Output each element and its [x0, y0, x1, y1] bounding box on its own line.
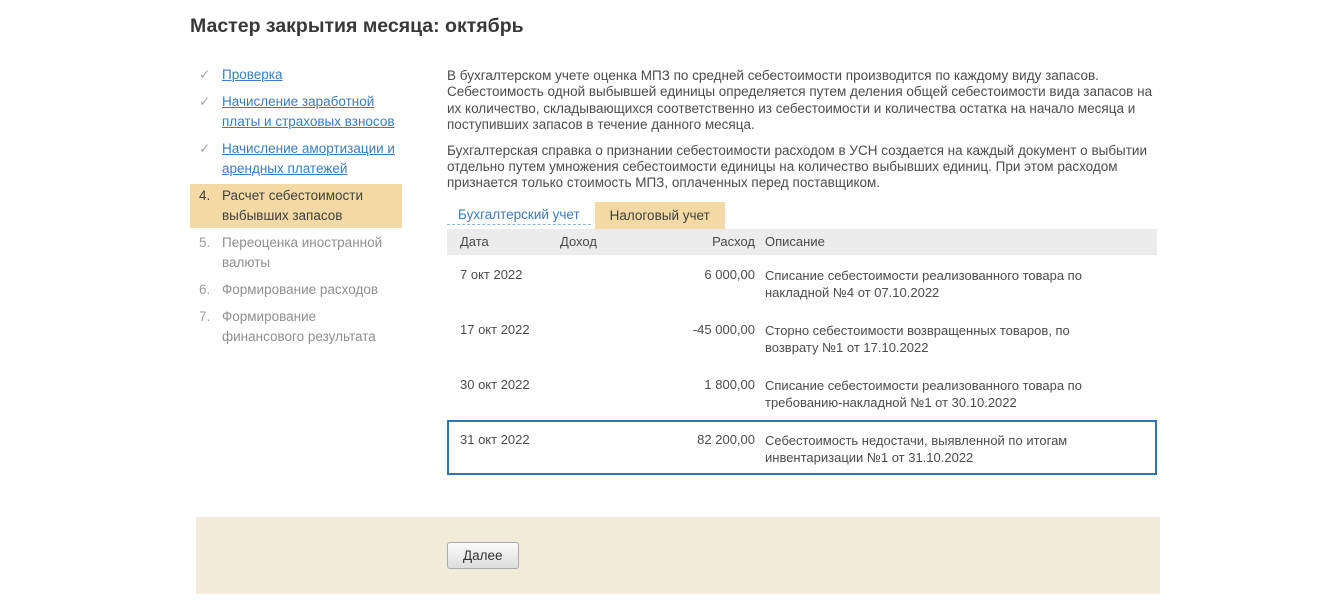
step-marker-icon: 6.: [199, 282, 211, 297]
step-label[interactable]: Проверка: [222, 65, 402, 85]
tab[interactable]: Бухгалтерский учет: [447, 202, 591, 225]
cell-description: Списание себестоимости реализованного то…: [765, 267, 1082, 300]
cell-description: Сторно себестоимости возвращенных товаро…: [765, 322, 1070, 355]
step-marker-icon: 4.: [199, 188, 211, 203]
wizard-step: 7. Формирование финансового результата: [190, 305, 402, 349]
step-label[interactable]: Начисление заработной платы и страховых …: [222, 92, 402, 132]
step-marker-icon: ✓: [199, 67, 211, 82]
description-paragraph-1: В бухгалтерском учете оценка МПЗ по сред…: [447, 68, 1153, 133]
cell-expense: -45 000,00: [692, 321, 755, 337]
cell-expense: 1 800,00: [704, 376, 755, 392]
entries-table: Дата Доход Расход Описание 7 окт 2022 6 …: [447, 228, 1157, 475]
step-marker-icon: ✓: [199, 141, 211, 156]
month-close-wizard: Мастер закрытия месяца: октябрь ✓ Провер…: [0, 0, 1331, 601]
cell-date: 17 окт 2022: [460, 321, 530, 337]
tab[interactable]: Налоговый учет: [594, 201, 725, 229]
table-row[interactable]: 7 окт 2022 6 000,00 Списание себестоимос…: [447, 255, 1157, 310]
table-header-row: Дата Доход Расход Описание: [447, 228, 1157, 255]
step-marker-icon: ✓: [199, 94, 211, 109]
description-paragraph-2: Бухгалтерская справка о признании себест…: [447, 142, 1148, 191]
table-row[interactable]: 31 окт 2022 82 200,00 Себестоимость недо…: [447, 419, 1157, 475]
cell-date: 30 окт 2022: [460, 376, 530, 392]
wizard-step: ✓ Начисление амортизации и арендных плат…: [190, 137, 402, 181]
wizard-step: 4. Расчет себестоимости выбывших запасов: [190, 184, 402, 228]
table-row[interactable]: 30 окт 2022 1 800,00 Списание себестоимо…: [447, 365, 1157, 420]
step-marker-icon: 7.: [199, 309, 211, 324]
wizard-step: ✓ Начисление заработной платы и страховы…: [190, 90, 402, 134]
step-marker-icon: 5.: [199, 235, 211, 250]
cell-description: Себестоимость недостачи, выявленной по и…: [765, 432, 1068, 465]
cell-date: 31 окт 2022: [460, 431, 530, 447]
wizard-step: ✓ Проверка: [190, 63, 402, 87]
step-label: Переоценка иностранной валюты: [222, 235, 383, 270]
step-label[interactable]: Начисление амортизации и арендных платеж…: [222, 139, 402, 179]
cell-description: Списание себестоимости реализованного то…: [765, 377, 1082, 410]
column-header-date: Дата: [460, 234, 489, 250]
step-content: В бухгалтерском учете оценка МПЗ по сред…: [447, 63, 1158, 475]
column-header-income: Доход: [560, 234, 597, 250]
accounting-tabs: Бухгалтерский учет Налоговый учет: [447, 201, 1158, 229]
step-label: Расчет себестоимости выбывших запасов: [222, 188, 363, 223]
wizard-steps: ✓ Проверка ✓ Начисление заработной платы…: [190, 63, 402, 352]
cell-expense: 82 200,00: [697, 431, 755, 447]
wizard-step: 5. Переоценка иностранной валюты: [190, 231, 402, 275]
step-label: Формирование расходов: [222, 282, 379, 297]
step-label: Формирование финансового результата: [222, 309, 376, 344]
footer-bar: Далее: [196, 517, 1160, 594]
cell-expense: 6 000,00: [704, 266, 755, 282]
next-button[interactable]: Далее: [447, 542, 519, 569]
wizard-step: 6. Формирование расходов: [190, 278, 402, 302]
column-header-description: Описание: [765, 234, 825, 250]
table-row[interactable]: 17 окт 2022 -45 000,00 Сторно себестоимо…: [447, 310, 1157, 365]
cell-date: 7 окт 2022: [460, 266, 523, 282]
column-header-expense: Расход: [712, 234, 755, 250]
page-title: Мастер закрытия месяца: октябрь: [190, 15, 524, 37]
